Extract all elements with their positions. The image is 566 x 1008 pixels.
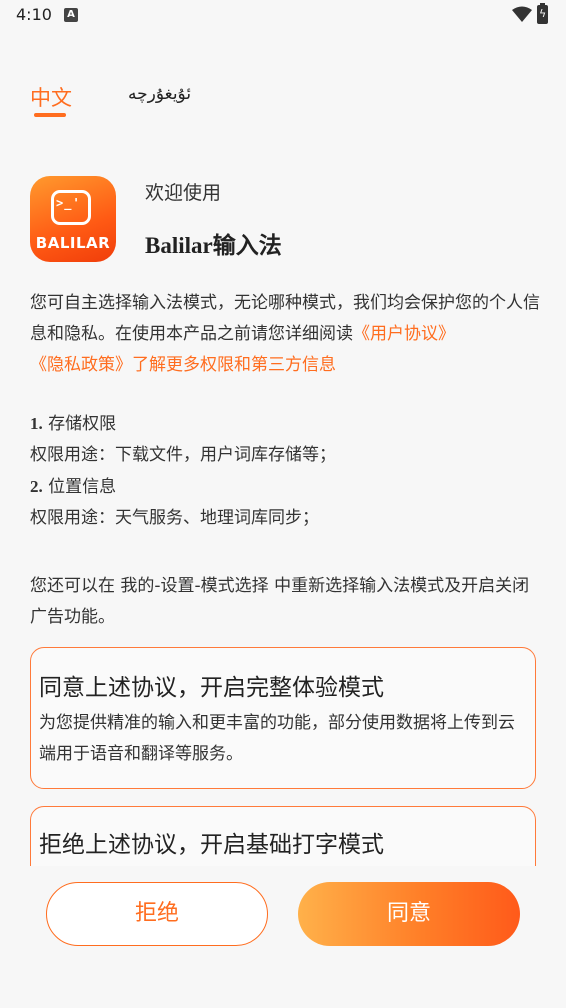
full-mode-title: 同意上述协议，开启完整体验模式 (39, 675, 384, 701)
privacy-policy-link[interactable]: 《隐私政策》 (30, 355, 132, 375)
status-bar: 4:10 A ϟ (0, 0, 566, 32)
tab-chinese[interactable]: 中文 (30, 82, 72, 112)
status-time: 4:10 (16, 5, 52, 24)
tab-uyghur[interactable]: ئۇيغۇرچە (128, 84, 191, 104)
agree-button[interactable]: 同意 (298, 882, 520, 946)
welcome-text: 欢迎使用 (145, 182, 222, 204)
permission-location-use: 权限用途：天气服务、地理词库同步； (30, 508, 319, 528)
settings-note: 您还可以在 我的-设置-模式选择 中重新选择输入法模式及开启关闭广告功能。 (30, 576, 530, 627)
intro-more-info: 了解更多权限和第三方信息 (132, 355, 336, 375)
battery-icon: ϟ (537, 3, 548, 24)
user-agreement-link[interactable]: 《用户协议》 (353, 324, 455, 344)
notification-icon: A (64, 8, 78, 22)
full-mode-desc: 为您提供精准的输入和更丰富的功能，部分使用数据将上传到云端用于语音和翻译等服务。 (39, 713, 515, 764)
basic-mode-title: 拒绝上述协议，开启基础打字模式 (39, 832, 384, 858)
full-mode-option[interactable]: 同意上述协议，开启完整体验模式 为您提供精准的输入和更丰富的功能，部分使用数据将… (30, 647, 536, 789)
tab-indicator (34, 113, 66, 117)
permission-location-title: 2. 位置信息 (30, 477, 117, 497)
intro-paragraph: 您可自主选择输入法模式，无论哪种模式，我们均会保护您的个人信息和隐私。在使用本产… (30, 293, 540, 375)
permission-storage-use: 权限用途：下载文件，用户词库存储等； (30, 445, 336, 465)
permission-storage-title: 1. 存储权限 (30, 414, 117, 434)
logo-face-icon: >_' (51, 190, 91, 225)
app-logo: >_' BALILAR (30, 176, 116, 262)
reject-button[interactable]: 拒绝 (46, 882, 268, 946)
app-name: Balilar输入法 (145, 233, 282, 258)
logo-text: BALILAR (35, 234, 111, 252)
wifi-icon (512, 6, 532, 22)
